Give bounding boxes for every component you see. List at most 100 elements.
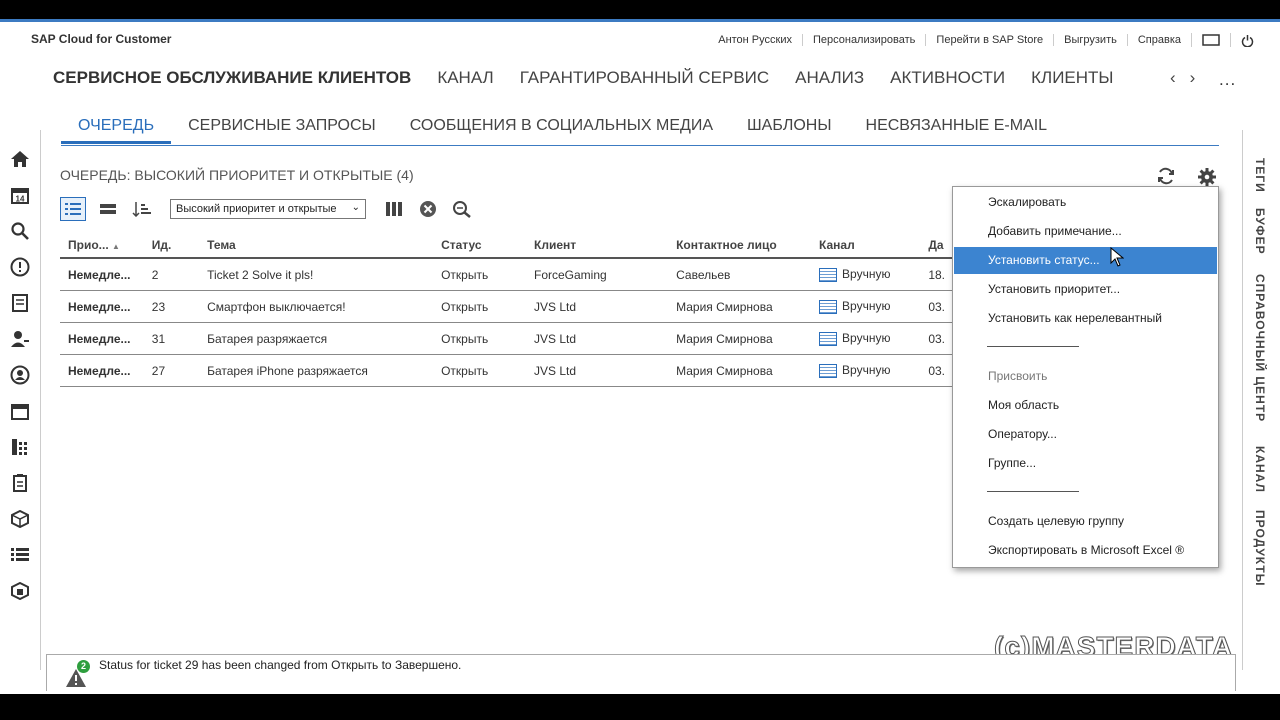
column-header-status[interactable]: Статус	[433, 233, 526, 259]
menu-item-escalate[interactable]: Эскалировать	[954, 189, 1217, 216]
user-name-link[interactable]: Антон Русских	[708, 34, 802, 46]
table-row[interactable]: Немедле... 23 Смартфон выключается! Откр…	[60, 290, 953, 323]
cell-client-link[interactable]: JVS Ltd	[526, 290, 669, 323]
menu-item-to-operator[interactable]: Оператору...	[954, 421, 1217, 448]
nav-clients[interactable]: КЛИЕНТЫ	[1031, 68, 1113, 90]
cell-subject-link[interactable]: Смартфон выключается!	[199, 290, 434, 323]
nav-arrows: ‹ ›	[1166, 68, 1196, 88]
menu-item-set-irrelevant[interactable]: Установить как нерелевантный	[954, 305, 1217, 332]
menu-item-add-note[interactable]: Добавить примечание...	[954, 218, 1217, 245]
window-bottom-bar	[0, 694, 1280, 720]
menu-item-export-excel[interactable]: Экспортировать в Microsoft Excel ®	[954, 537, 1217, 564]
cell-subject-link[interactable]: Ticket 2 Solve it pls!	[199, 258, 434, 291]
tab-queue[interactable]: ОЧЕРЕДЬ	[61, 117, 172, 144]
sort-asc-icon: ▲	[112, 242, 120, 251]
menu-separator	[987, 491, 1079, 492]
cell-subject-link[interactable]: Батарея разряжается	[199, 322, 434, 355]
logout-link[interactable]: Выгрузить	[1053, 34, 1127, 46]
rail-channel[interactable]: КАНАЛ	[1253, 446, 1267, 493]
column-header-channel[interactable]: Канал	[811, 233, 921, 259]
nav-activities[interactable]: АКТИВНОСТИ	[890, 68, 1005, 90]
personalize-link[interactable]: Персонализировать	[801, 34, 925, 46]
fullscreen-icon[interactable]	[1191, 33, 1230, 47]
menu-item-set-status[interactable]: Установить статус...	[954, 247, 1217, 274]
menu-item-create-target-group[interactable]: Создать целевую группу	[954, 508, 1217, 535]
nav-channel[interactable]: КАНАЛ	[437, 68, 493, 90]
product-icon[interactable]	[9, 580, 31, 602]
cell-status: Открыть	[433, 258, 526, 291]
nav-customer-service[interactable]: СЕРВИСНОЕ ОБСЛУЖИВАНИЕ КЛИЕНТОВ	[53, 68, 411, 90]
menu-item-set-priority[interactable]: Установить приоритет...	[954, 276, 1217, 303]
person-icon[interactable]	[9, 364, 31, 386]
column-header-client[interactable]: Клиент	[526, 233, 669, 259]
sort-icon[interactable]	[130, 198, 154, 220]
tab-templates[interactable]: ШАБЛОНЫ	[730, 117, 849, 144]
cell-contact-link[interactable]: Мария Смирнова	[668, 322, 812, 355]
cell-id: 2	[143, 258, 200, 291]
grid-icon[interactable]	[9, 436, 31, 458]
nav-next-icon[interactable]: ›	[1190, 68, 1196, 88]
compact-view-icon[interactable]	[96, 198, 120, 220]
zoom-search-icon[interactable]	[450, 198, 474, 220]
search-icon[interactable]	[9, 220, 31, 242]
cell-client-link[interactable]: ForceGaming	[526, 258, 669, 291]
cell-channel: Вручную	[811, 290, 921, 323]
sub-tabs: ОЧЕРЕДЬ СЕРВИСНЫЕ ЗАПРОСЫ СООБЩЕНИЯ В СО…	[61, 117, 1219, 146]
list-icon[interactable]	[9, 544, 31, 566]
tab-unlinked-email[interactable]: НЕСВЯЗАННЫЕ E-MAIL	[849, 117, 1065, 144]
list-view-icon[interactable]	[60, 197, 86, 221]
rail-help-center[interactable]: СПРАВОЧНЫЙ ЦЕНТР	[1253, 274, 1267, 422]
cell-subject-link[interactable]: Батарея iPhone разряжается	[199, 354, 434, 387]
rail-products[interactable]: ПРОДУКТЫ	[1253, 510, 1267, 587]
nav-prev-icon[interactable]: ‹	[1170, 68, 1176, 88]
queue-title: ОЧЕРЕДЬ: ВЫСОКИЙ ПРИОРИТЕТ И ОТКРЫТЫЕ (4…	[60, 167, 414, 183]
cell-priority: Немедле...	[60, 258, 144, 291]
notification-count-badge[interactable]: 2	[77, 660, 90, 673]
box-icon[interactable]	[9, 508, 31, 530]
column-header-subject[interactable]: Тема	[199, 233, 434, 259]
home-icon[interactable]	[9, 148, 31, 170]
cell-status: Открыть	[433, 290, 526, 323]
notification-message: Status for ticket 29 has been changed fr…	[99, 658, 462, 672]
table-row[interactable]: Немедле... 27 Батарея iPhone разряжается…	[60, 354, 953, 387]
chevron-down-icon: ⌄	[351, 202, 360, 213]
clear-filter-icon[interactable]	[416, 198, 440, 220]
nav-guaranteed-service[interactable]: ГАРАНТИРОВАННЫЙ СЕРВИС	[520, 68, 769, 90]
schedule-icon[interactable]	[9, 400, 31, 422]
cell-contact-link[interactable]: Мария Смирнова	[668, 290, 812, 323]
cell-client-link[interactable]: JVS Ltd	[526, 322, 669, 355]
nav-more-icon[interactable]: ...	[1219, 70, 1236, 90]
column-header-date[interactable]: Да	[920, 233, 953, 259]
table-row[interactable]: Немедле... 2 Ticket 2 Solve it pls! Откр…	[60, 258, 953, 291]
tab-social-media[interactable]: СООБЩЕНИЯ В СОЦИАЛЬНЫХ МЕДИА	[393, 117, 730, 144]
checklist-icon[interactable]	[9, 472, 31, 494]
document-icon[interactable]	[9, 292, 31, 314]
cell-channel: Вручную	[811, 354, 921, 387]
right-rail: ТЕГИ БУФЕР СПРАВОЧНЫЙ ЦЕНТР КАНАЛ ПРОДУК…	[1242, 130, 1280, 670]
table-row[interactable]: Немедле... 31 Батарея разряжается Открыт…	[60, 322, 953, 355]
cell-client-link[interactable]: JVS Ltd	[526, 354, 669, 387]
column-header-contact[interactable]: Контактное лицо	[668, 233, 812, 259]
cell-contact-link[interactable]: Мария Смирнова	[668, 354, 812, 387]
manual-channel-icon	[819, 331, 838, 346]
nav-analysis[interactable]: АНАЛИЗ	[795, 68, 864, 90]
menu-item-my-area[interactable]: Моя область	[954, 392, 1217, 419]
queue-filter-select[interactable]: Высокий приоритет и открытые ⌄	[170, 199, 366, 219]
contacts-icon[interactable]	[9, 328, 31, 350]
alert-icon[interactable]	[9, 256, 31, 278]
help-link[interactable]: Справка	[1126, 34, 1191, 46]
menu-item-to-group[interactable]: Группе...	[954, 450, 1217, 477]
column-header-id[interactable]: Ид.	[143, 233, 200, 259]
cell-priority: Немедле...	[60, 354, 144, 387]
calendar-icon[interactable]: 14	[9, 184, 31, 206]
column-header-priority[interactable]: Прио... ▲	[60, 233, 144, 259]
sap-store-link[interactable]: Перейти в SAP Store	[925, 34, 1053, 46]
cell-status: Открыть	[433, 322, 526, 355]
power-icon[interactable]	[1230, 33, 1264, 47]
rail-buffer[interactable]: БУФЕР	[1253, 208, 1267, 255]
tab-service-requests[interactable]: СЕРВИСНЫЕ ЗАПРОСЫ	[171, 117, 393, 144]
columns-icon[interactable]	[382, 198, 406, 220]
cell-contact-link[interactable]: Савельев	[668, 258, 812, 291]
rail-tags[interactable]: ТЕГИ	[1253, 158, 1267, 193]
mouse-cursor-icon	[1110, 246, 1125, 272]
